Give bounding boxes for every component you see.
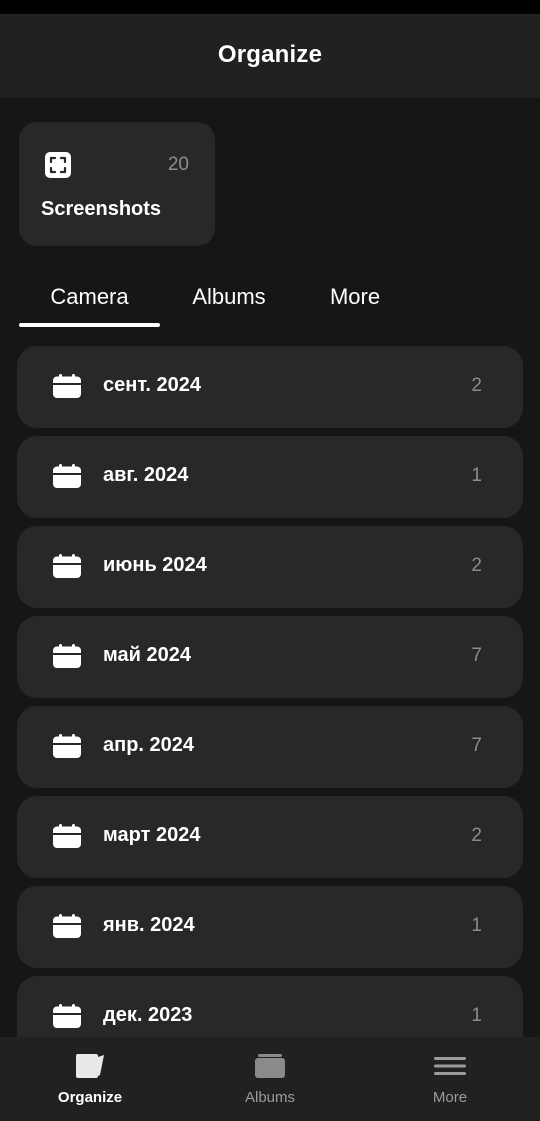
- screenshots-count: 20: [167, 154, 189, 175]
- list-item-label: сент. 2024: [103, 374, 201, 396]
- list-item-label: дек. 2023: [103, 1004, 193, 1026]
- calendar-icon: [53, 374, 81, 398]
- tab-albums[interactable]: Albums: [179, 270, 279, 324]
- nav-albums-label: Albums: [244, 1089, 296, 1106]
- list-item[interactable]: март 2024 2: [17, 796, 523, 878]
- tab-bar: Camera Albums More: [19, 270, 521, 328]
- list-item[interactable]: сент. 2024 2: [17, 346, 523, 428]
- list-item-count: 1: [471, 1005, 482, 1026]
- tab-camera[interactable]: Camera: [19, 270, 160, 324]
- list-item[interactable]: июнь 2024 2: [17, 526, 523, 608]
- calendar-icon: [53, 464, 81, 488]
- screenshot-icon: [45, 152, 71, 178]
- list-item-label: авг. 2024: [103, 464, 189, 486]
- list-item-count: 2: [471, 825, 482, 846]
- tab-selected-indicator: [19, 323, 160, 327]
- list-item-count: 2: [471, 555, 482, 576]
- list-item-count: 1: [471, 915, 482, 936]
- organize-icon: [76, 1054, 104, 1078]
- list-item-count: 2: [471, 375, 482, 396]
- list-item-label: янв. 2024: [103, 914, 195, 936]
- list-item[interactable]: авг. 2024 1: [17, 436, 523, 518]
- list-item[interactable]: май 2024 7: [17, 616, 523, 698]
- nav-albums[interactable]: Albums: [180, 1037, 360, 1121]
- list-item-label: июнь 2024: [103, 554, 207, 576]
- tab-more-label: More: [329, 284, 381, 309]
- calendar-icon: [53, 914, 81, 938]
- app-bar: Organize: [0, 14, 540, 98]
- calendar-icon: [53, 644, 81, 668]
- organize-screen: Organize 20 Screenshots Camera Albums Mo…: [0, 0, 540, 1121]
- nav-organize-label: Organize: [57, 1089, 123, 1106]
- status-bar: [0, 0, 540, 14]
- page-title: Organize: [217, 41, 323, 68]
- albums-icon: [255, 1054, 285, 1078]
- calendar-icon: [53, 1004, 81, 1028]
- nav-more-label: More: [432, 1089, 468, 1106]
- tab-more[interactable]: More: [319, 270, 391, 324]
- screenshots-card[interactable]: 20 Screenshots: [19, 122, 215, 246]
- calendar-icon: [53, 554, 81, 578]
- list-item-label: май 2024: [103, 644, 191, 666]
- list-item-count: 7: [471, 735, 482, 756]
- list-item-label: март 2024: [103, 824, 201, 846]
- tab-albums-label: Albums: [192, 284, 266, 309]
- menu-icon: [434, 1057, 466, 1075]
- bottom-navigation: Organize Albums More: [0, 1037, 540, 1121]
- screenshots-label: Screenshots: [41, 198, 162, 220]
- tab-camera-label: Camera: [50, 284, 129, 309]
- nav-more[interactable]: More: [360, 1037, 540, 1121]
- list-item[interactable]: янв. 2024 1: [17, 886, 523, 968]
- list-item-count: 7: [471, 645, 482, 666]
- list-item-count: 1: [471, 465, 482, 486]
- nav-organize[interactable]: Organize: [0, 1037, 180, 1121]
- list-item-label: апр. 2024: [103, 734, 195, 756]
- list-item[interactable]: апр. 2024 7: [17, 706, 523, 788]
- calendar-icon: [53, 734, 81, 758]
- calendar-icon: [53, 824, 81, 848]
